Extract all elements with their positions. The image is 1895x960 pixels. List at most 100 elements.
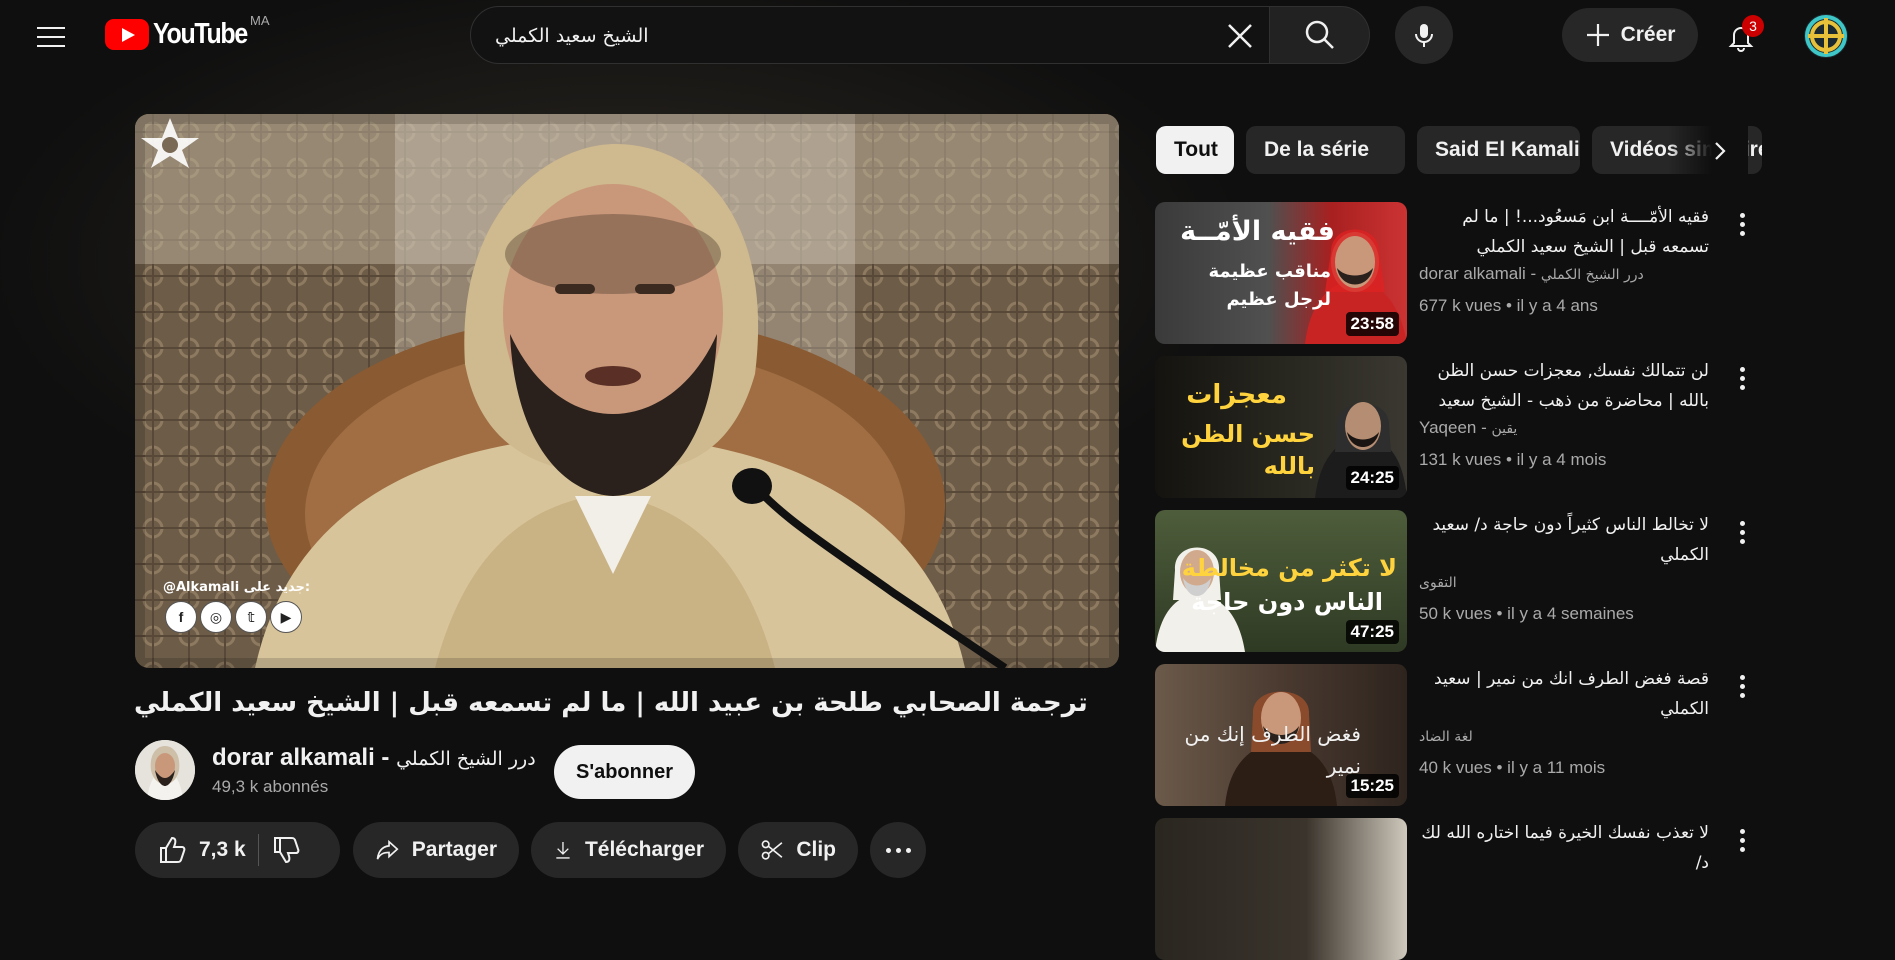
country-code: MA xyxy=(250,13,270,28)
thumbnail-headline: فقيه الأمّــة xyxy=(1180,216,1335,247)
youtube-icon: ▶ xyxy=(270,601,302,633)
more-options-icon[interactable] xyxy=(1727,668,1757,704)
thumbs-down-icon[interactable] xyxy=(271,835,301,865)
recommended-channel-latin: dorar alkamali - xyxy=(1419,264,1541,283)
notification-badge: 3 xyxy=(1742,15,1764,37)
youtube-logo[interactable]: YouTube xyxy=(105,18,262,51)
share-label: Partager xyxy=(411,838,497,861)
share-arrow-icon xyxy=(376,839,399,860)
recommended-channel[interactable]: لغة الضاد xyxy=(1419,726,1473,746)
more-options-icon[interactable] xyxy=(1727,822,1757,858)
instagram-icon: ◎ xyxy=(200,601,232,633)
recommended-channel-arabic: درر الشيخ الكملي xyxy=(1540,267,1644,283)
like-divider xyxy=(257,834,259,866)
subscriber-count: 49,3 k abonnés xyxy=(212,777,329,796)
recommended-channel-latin: Yaqeen - xyxy=(1419,418,1492,437)
recommended-channel[interactable]: dorar alkamali - درر الشيخ الكملي xyxy=(1419,264,1644,284)
create-button[interactable]: Créer xyxy=(1562,8,1698,62)
clip-button[interactable]: Clip xyxy=(738,822,858,878)
more-options-icon[interactable] xyxy=(1727,206,1757,242)
recommended-channel[interactable]: Yaqeen - يقين xyxy=(1419,418,1517,438)
channel-watermark-star-icon xyxy=(141,118,199,168)
thumbnail-subline: مناقب عظيمة لرجل عظيم xyxy=(1208,261,1331,310)
recommended-channel-arabic: التقوى xyxy=(1419,575,1457,591)
video-thumbnail[interactable]: فقيه الأمّــة مناقب عظيمة لرجل عظيم 23:5… xyxy=(1155,202,1407,344)
facebook-icon: f xyxy=(165,601,197,633)
more-dot xyxy=(905,847,911,853)
channel-name-latin: dorar alkamali - xyxy=(212,744,397,771)
recommended-video[interactable]: لا تعذب نفسك الخيرة فيما اختاره الله لك … xyxy=(1155,818,1745,960)
create-label: Créer xyxy=(1620,23,1676,46)
video-player[interactable]: @Alkamali جديد على: f ◎ 𝕥 ▶ xyxy=(135,114,1119,668)
download-button[interactable]: Télécharger xyxy=(531,822,726,878)
more-options-icon[interactable] xyxy=(1727,360,1757,396)
channel-name-arabic: درر الشيخ الكملي xyxy=(396,748,536,770)
recommended-meta: 40 k vues • il y a 11 mois xyxy=(1419,758,1606,777)
recommended-meta: 677 k vues • il y a 4 ans xyxy=(1419,296,1598,315)
watermark-handle: @Alkamali جديد على: xyxy=(163,580,311,595)
chip-said-el-kamali[interactable]: Said El Kamali xyxy=(1417,126,1580,174)
chip-series[interactable]: De la série xyxy=(1246,126,1405,174)
recommended-meta: 50 k vues • il y a 4 semaines xyxy=(1419,604,1634,623)
youtube-play-icon xyxy=(105,19,149,50)
menu-hamburger-icon[interactable] xyxy=(30,16,72,58)
clip-label: Clip xyxy=(796,838,836,861)
recommended-title[interactable]: لا تعذب نفسك الخيرة فيما اختاره الله لك … xyxy=(1419,818,1709,878)
recommended-video[interactable]: فقيه الأمّــة مناقب عظيمة لرجل عظيم 23:5… xyxy=(1155,202,1745,344)
more-actions-button[interactable] xyxy=(870,822,926,878)
video-thumbnail[interactable]: معجزات حسن الظن بالله 24:25 xyxy=(1155,356,1407,498)
voice-search-button[interactable] xyxy=(1395,6,1453,64)
search-input[interactable] xyxy=(493,7,1217,65)
clear-search-icon[interactable] xyxy=(1223,19,1257,53)
share-button[interactable]: Partager xyxy=(353,822,519,878)
recommended-title[interactable]: لن تتمالك نفسك, معجزات حسن الظن بالله | … xyxy=(1419,356,1709,416)
search-icon xyxy=(1305,20,1334,49)
video-duration: 47:25 xyxy=(1345,620,1399,644)
more-dot xyxy=(885,847,891,853)
recommended-video[interactable]: فغض الطرف إنك من نمير 15:25 قصة فغض الطر… xyxy=(1155,664,1745,806)
recommended-title[interactable]: فقيه الأمّــــة ابن مَسعُود...! | ما لم … xyxy=(1419,202,1709,262)
top-bar: YouTube MA Créer 3 xyxy=(0,0,1895,72)
recommended-video[interactable]: معجزات حسن الظن بالله 24:25 لن تتمالك نف… xyxy=(1155,356,1745,498)
account-avatar[interactable] xyxy=(1802,12,1850,60)
chevron-right-icon[interactable] xyxy=(1702,133,1738,169)
video-duration: 15:25 xyxy=(1345,774,1399,798)
channel-avatar[interactable] xyxy=(135,740,195,800)
thumbnail-headline: لا تكثر من مخالطة xyxy=(1181,554,1397,582)
thumbnail-subline: حسن الظن بالله xyxy=(1181,420,1315,480)
watermark-social-icons: f ◎ 𝕥 ▶ xyxy=(165,601,302,633)
channel-name[interactable]: dorar alkamali - درر الشيخ الكملي xyxy=(212,744,536,772)
plus-icon xyxy=(1586,24,1609,46)
video-title: ترجمة الصحابي طلحة بن عبيد الله | ما لم … xyxy=(134,688,1088,718)
video-thumbnail[interactable]: فغض الطرف إنك من نمير 15:25 xyxy=(1155,664,1407,806)
video-duration: 24:25 xyxy=(1345,466,1399,490)
more-options-icon[interactable] xyxy=(1727,514,1757,550)
more-dot xyxy=(895,847,901,853)
thumbs-up-icon[interactable] xyxy=(157,835,187,865)
video-thumbnail[interactable]: لا تكثر من مخالطة الناس دون حاجة 47:25 xyxy=(1155,510,1407,652)
recommended-meta: 131 k vues • il y a 4 mois xyxy=(1419,450,1607,469)
search-box xyxy=(470,6,1270,65)
scissors-icon xyxy=(761,840,783,860)
like-dislike-group: 7,3 k xyxy=(135,822,340,878)
thumbnail-subline: فغض الطرف إنك من نمير xyxy=(1184,722,1361,778)
chip-all[interactable]: Tout xyxy=(1156,126,1234,174)
search-button[interactable] xyxy=(1270,6,1370,64)
twitter-icon: 𝕥 xyxy=(235,601,267,633)
recommended-title[interactable]: لا تخالط الناس كثيراً دون حاجة د/ سعيد ا… xyxy=(1419,510,1709,570)
recommended-channel-arabic: لغة الضاد xyxy=(1419,729,1473,745)
recommended-channel-arabic: يقين xyxy=(1491,421,1518,437)
subscribe-button[interactable]: S'abonner xyxy=(554,745,695,799)
thumbnail-subline: الناس دون حاجة xyxy=(1191,588,1383,616)
download-icon xyxy=(556,842,570,859)
recommended-video[interactable]: لا تكثر من مخالطة الناس دون حاجة 47:25 ل… xyxy=(1155,510,1745,652)
download-label: Télécharger xyxy=(584,838,704,861)
like-count[interactable]: 7,3 k xyxy=(199,838,246,862)
thumbnail-headline: معجزات xyxy=(1186,380,1287,410)
recommended-channel[interactable]: التقوى xyxy=(1419,572,1457,592)
video-duration: 23:58 xyxy=(1345,312,1399,336)
logo-text: YouTube xyxy=(153,18,248,50)
recommended-title[interactable]: قصة فغض الطرف انك من نمير | سعيد الكملي xyxy=(1419,664,1709,724)
video-thumbnail[interactable] xyxy=(1155,818,1407,960)
microphone-icon xyxy=(1415,24,1433,47)
